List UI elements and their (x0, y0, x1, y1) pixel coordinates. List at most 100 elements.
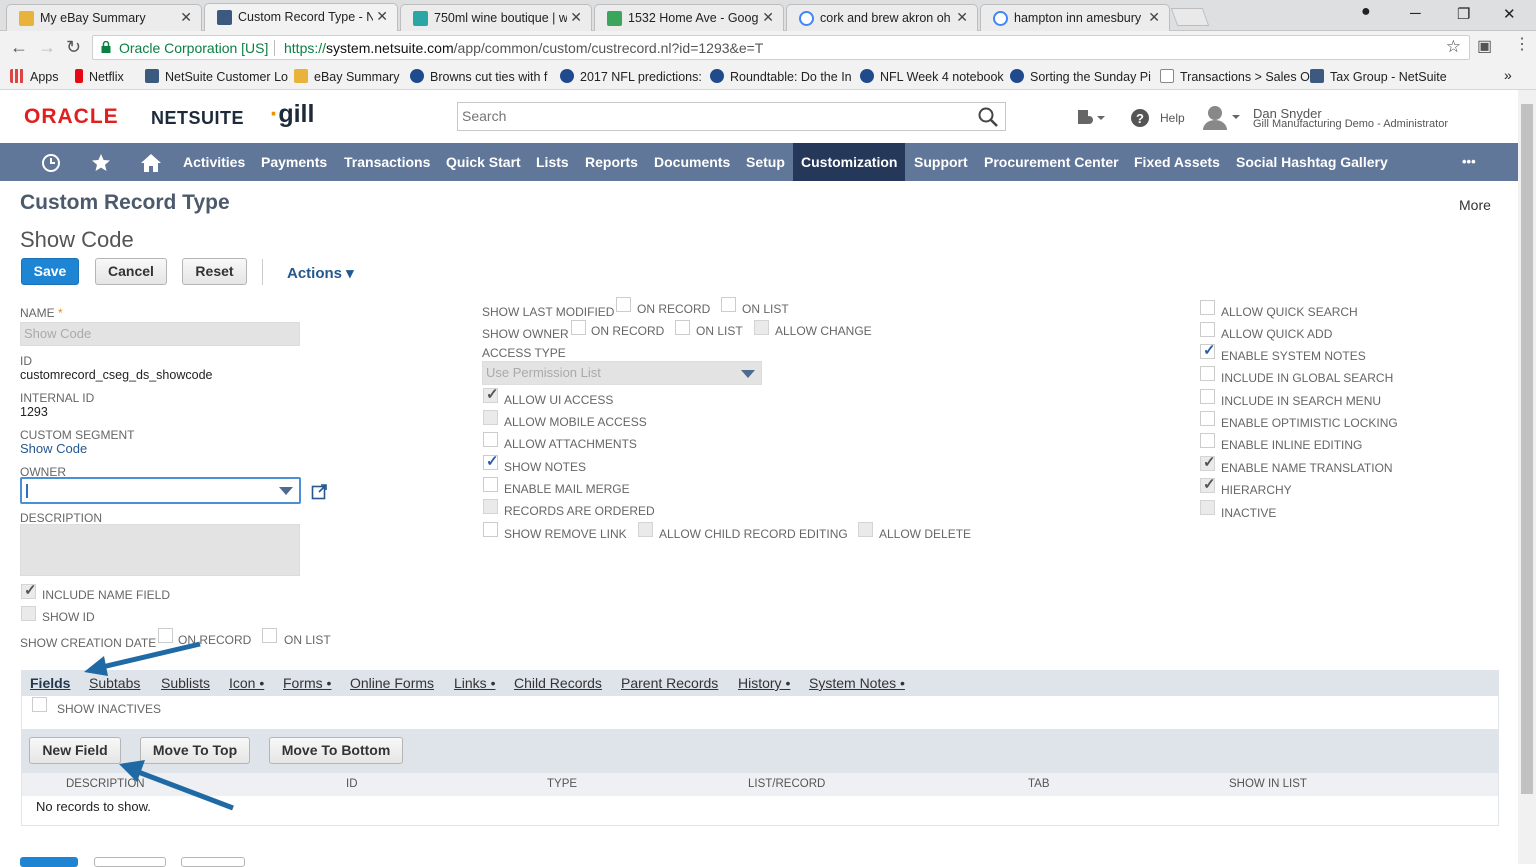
recent-history-icon[interactable] (40, 152, 62, 174)
open-link-icon[interactable] (311, 483, 328, 500)
allow-quick-search-checkbox[interactable] (1200, 300, 1215, 315)
scrollbar-thumb[interactable] (1521, 104, 1533, 794)
tab-forms[interactable]: Forms • (283, 675, 331, 691)
nav-documents[interactable]: Documents (654, 143, 730, 181)
nav-transactions[interactable]: Transactions (344, 143, 430, 181)
access-type-dropdown[interactable]: Use Permission List (482, 361, 762, 385)
custom-segment-link[interactable]: Show Code (20, 441, 87, 456)
recent-records-icon[interactable] (1076, 108, 1106, 128)
owner-on-record-checkbox[interactable] (571, 320, 586, 335)
move-to-bottom-button[interactable]: Move To Bottom (269, 737, 403, 764)
nav-payments[interactable]: Payments (261, 143, 327, 181)
close-tab-icon[interactable]: ✕ (1148, 9, 1160, 26)
nav-support[interactable]: Support (914, 143, 968, 181)
save-button[interactable]: Save (21, 258, 79, 285)
bookmark-sorting[interactable]: Sorting the Sunday Pi (1010, 69, 1151, 84)
column-tab[interactable]: TAB (1028, 778, 1050, 790)
bookmark-star-icon[interactable]: ☆ (1446, 37, 1461, 57)
records-are-ordered-checkbox[interactable] (483, 499, 498, 514)
oracle-logo[interactable]: ORACLE (24, 105, 119, 129)
show-inactives-checkbox[interactable] (32, 697, 47, 712)
inactive-checkbox[interactable] (1200, 500, 1215, 515)
bookmark-roundtable[interactable]: Roundtable: Do the In (710, 69, 852, 84)
search-icon[interactable] (977, 106, 999, 128)
close-tab-icon[interactable]: ✕ (180, 9, 192, 26)
browser-tab-cork[interactable]: cork and brew akron oh ✕ (786, 4, 978, 31)
bookmark-tax-group[interactable]: Tax Group - NetSuite (1310, 69, 1447, 84)
nav-fixed-assets[interactable]: Fixed Assets (1134, 143, 1220, 181)
favorites-star-icon[interactable] (90, 152, 112, 174)
bookmark-ebay[interactable]: eBay Summary (294, 69, 399, 84)
include-in-global-search-checkbox[interactable] (1200, 366, 1215, 381)
description-field[interactable] (20, 524, 300, 576)
browser-tab-ebay[interactable]: My eBay Summary ✕ (6, 4, 202, 31)
close-tab-icon[interactable]: ✕ (956, 9, 968, 26)
bookmarks-overflow[interactable]: » (1504, 67, 1512, 83)
creation-date-on-list-checkbox[interactable] (262, 628, 277, 643)
column-list-record[interactable]: LIST/RECORD (748, 778, 825, 790)
bookmark-nfl-predictions[interactable]: 2017 NFL predictions: (560, 69, 702, 84)
show-remove-link-checkbox[interactable] (483, 522, 498, 537)
reset-button[interactable]: Reset (182, 258, 247, 285)
browser-tab-custom-record[interactable]: Custom Record Type - Ne ✕ (204, 3, 398, 31)
minimize-window-button[interactable]: ─ (1410, 5, 1421, 22)
help-icon[interactable]: ? (1130, 108, 1150, 128)
tab-links[interactable]: Links • (454, 675, 495, 691)
last-modified-on-record-checkbox[interactable] (616, 297, 631, 312)
user-avatar-icon[interactable] (1200, 104, 1244, 130)
show-id-checkbox[interactable] (21, 606, 36, 621)
chevron-down-icon[interactable] (741, 370, 755, 378)
include-name-field-checkbox[interactable]: ✓ (21, 582, 37, 599)
owner-on-list-checkbox[interactable] (675, 320, 690, 335)
close-tab-icon[interactable]: ✕ (376, 8, 388, 25)
last-modified-on-list-checkbox[interactable] (721, 297, 736, 312)
allow-delete-checkbox[interactable] (858, 522, 873, 537)
cancel-button[interactable]: Cancel (95, 258, 167, 285)
browser-tab-wine[interactable]: 750ml wine boutique | w ✕ (400, 4, 592, 31)
enable-mail-merge-checkbox[interactable] (483, 477, 498, 492)
close-tab-icon[interactable]: ✕ (762, 9, 774, 26)
new-field-button[interactable]: New Field (29, 737, 121, 764)
nav-more-menu[interactable]: ••• (1462, 143, 1476, 181)
nav-customization[interactable]: Customization (793, 143, 906, 181)
bookmark-browns[interactable]: Browns cut ties with f (410, 69, 547, 84)
actions-menu[interactable]: Actions ▾ (287, 264, 354, 282)
home-icon[interactable] (139, 152, 163, 174)
tab-system-notes[interactable]: System Notes • (809, 675, 905, 691)
profile-icon[interactable]: ● (1361, 3, 1371, 21)
netsuite-logo[interactable]: NETSUITE (151, 108, 244, 129)
enable-name-translation-checkbox[interactable]: ✓ (1200, 454, 1216, 471)
nav-procurement-center[interactable]: Procurement Center (984, 143, 1119, 181)
cancel-button-bottom[interactable] (94, 857, 166, 867)
tab-history[interactable]: History • (738, 675, 790, 691)
forward-arrow-icon[interactable]: → (38, 37, 56, 58)
nav-activities[interactable]: Activities (183, 143, 245, 181)
allow-mobile-access-checkbox[interactable] (483, 410, 498, 425)
bookmark-netsuite-customer[interactable]: NetSuite Customer Lo (145, 69, 288, 84)
column-id[interactable]: ID (346, 778, 358, 790)
nav-lists[interactable]: Lists (536, 143, 569, 181)
bookmark-apps[interactable]: Apps (10, 69, 59, 84)
include-in-search-menu-checkbox[interactable] (1200, 389, 1215, 404)
enable-optimistic-locking-checkbox[interactable] (1200, 411, 1215, 426)
allow-ui-access-checkbox[interactable]: ✓ (483, 386, 499, 403)
global-search-input[interactable] (458, 103, 958, 129)
enable-inline-editing-checkbox[interactable] (1200, 433, 1215, 448)
browser-tab-maps[interactable]: 1532 Home Ave - Google ✕ (594, 4, 784, 31)
owner-dropdown[interactable] (20, 477, 301, 504)
reload-icon[interactable]: ↻ (66, 37, 81, 58)
column-show-in-list[interactable]: SHOW IN LIST (1229, 778, 1307, 790)
tab-online-forms[interactable]: Online Forms (350, 675, 434, 691)
tab-icon[interactable]: Icon • (229, 675, 264, 691)
bookmark-transactions[interactable]: Transactions > Sales O (1160, 69, 1310, 84)
tab-parent-records[interactable]: Parent Records (621, 675, 718, 691)
user-role[interactable]: Gill Manufacturing Demo - Administrator (1253, 118, 1448, 130)
page-scrollbar[interactable] (1518, 90, 1536, 864)
restore-window-button[interactable]: ❐ (1457, 5, 1470, 23)
enable-system-notes-checkbox[interactable]: ✓ (1200, 342, 1216, 359)
tab-fields[interactable]: Fields (30, 675, 70, 691)
more-link[interactable]: More (1459, 197, 1491, 213)
allow-child-record-editing-checkbox[interactable] (638, 522, 653, 537)
save-button-bottom[interactable] (20, 857, 78, 867)
allow-attachments-checkbox[interactable] (483, 432, 498, 447)
